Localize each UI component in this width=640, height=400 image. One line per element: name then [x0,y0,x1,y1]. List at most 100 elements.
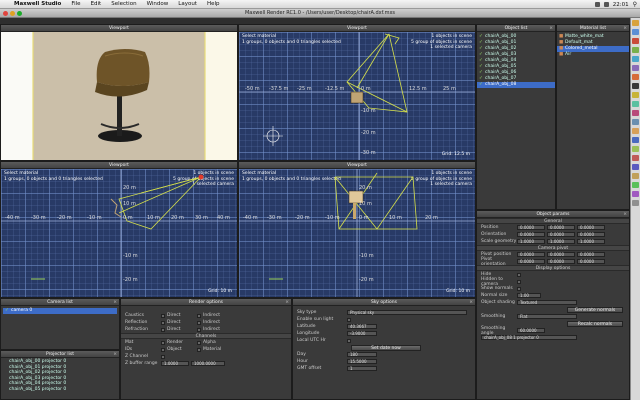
set-date-now-button[interactable]: Set date now [351,344,421,351]
bluetooth-icon[interactable] [594,2,600,7]
viewport-top[interactable]: Viewport Select material 1 groups, 0 obje… [238,24,476,161]
visible-check-icon[interactable]: ✓ [479,70,483,75]
front-canvas[interactable]: Select material 1 groups, 0 objects and 0… [1,169,237,297]
pivot-orientation-x-field[interactable]: 0.0000 [517,259,545,264]
orientation-z-field[interactable]: 0.0000 [577,232,605,237]
viewport-front[interactable]: Viewport Select material 1 groups, 0 obje… [0,161,238,298]
camera-position-icon[interactable] [198,174,204,180]
dock-itunes-icon[interactable] [632,65,639,71]
dock-terminal-icon[interactable] [632,83,639,89]
close-icon[interactable]: × [549,25,553,32]
dock-safari-icon[interactable] [632,56,639,62]
normal-size-field[interactable]: 1.00 [517,293,541,298]
visible-check-icon[interactable]: ✓ [479,40,483,45]
dock-app-icon[interactable] [632,128,639,134]
dock-app-icon[interactable] [632,164,639,170]
menu-layout[interactable]: Layout [178,1,197,7]
visible-check-icon[interactable]: ✓ [479,58,483,63]
dock-maps-icon[interactable] [632,101,639,107]
close-window-button[interactable] [3,11,8,16]
visible-check-icon[interactable]: ✓ [479,46,483,51]
close-icon[interactable]: × [113,299,117,306]
caustics-indirect-checkbox[interactable] [197,313,201,318]
camera-check-icon[interactable]: ✓ [5,308,9,313]
dock-trash-icon[interactable] [632,200,639,206]
scale-x-field[interactable]: 1.0000 [517,239,545,244]
hour-field[interactable]: 15.5000 [347,359,377,364]
close-icon[interactable]: × [113,351,117,358]
menu-selection[interactable]: Selection [111,1,136,7]
visible-check-icon[interactable]: ✓ [479,34,483,39]
close-icon[interactable]: × [469,299,473,306]
scale-z-field[interactable]: 1.0000 [577,239,605,244]
zoom-window-button[interactable] [17,11,22,16]
z-range-max-field[interactable]: 1000.0000 [191,361,225,366]
z-channel-checkbox[interactable] [161,354,165,359]
dock-app-icon[interactable] [632,182,639,188]
hide-checkbox[interactable] [517,272,521,277]
dock-mail-icon[interactable] [632,29,639,35]
close-icon[interactable]: × [623,211,627,218]
list-item[interactable]: ✓ chairA_obj_08 [477,82,555,88]
app-menu[interactable]: Maxwell Studio [14,1,61,7]
viewport-side[interactable]: Viewport Select material 1 groups, 0 obje… [238,161,476,298]
position-y-field[interactable]: 0.0000 [547,225,575,230]
dock-notes-icon[interactable] [632,92,639,98]
pivot-orientation-y-field[interactable]: 0.0000 [547,259,575,264]
day-field[interactable]: 180 [347,352,377,357]
pivot-position-y-field[interactable]: 0.0000 [547,252,575,257]
local-utc-checkbox[interactable] [347,338,351,343]
reflection-direct-checkbox[interactable] [161,320,165,325]
longitude-field[interactable]: -3.9000 [347,331,377,336]
dock-app-icon[interactable] [632,119,639,125]
show-normals-checkbox[interactable] [517,286,521,291]
visible-check-icon[interactable]: ✓ [479,64,483,69]
dock-app-icon[interactable] [632,110,639,116]
smoothing-angle-field[interactable]: 60.0000 [517,328,545,333]
hidden-camera-checkbox[interactable] [517,279,521,284]
refraction-indirect-checkbox[interactable] [197,327,201,332]
reflection-indirect-checkbox[interactable] [197,320,201,325]
close-icon[interactable]: × [285,299,289,306]
position-x-field[interactable]: 0.0000 [517,225,545,230]
position-z-field[interactable]: 0.0000 [577,225,605,230]
gmt-offset-field[interactable]: 1 [347,366,377,371]
dock-finder-icon[interactable] [632,20,639,26]
close-icon[interactable]: × [623,25,627,32]
alpha-channel-checkbox[interactable] [197,340,201,345]
viewport-perspective[interactable]: Viewport [0,24,238,161]
material-id-checkbox[interactable] [197,347,201,352]
scale-y-field[interactable]: 1.0000 [547,239,575,244]
dock-app-icon[interactable] [632,173,639,179]
object-id-checkbox[interactable] [161,347,165,352]
render-channel-checkbox[interactable] [161,340,165,345]
pivot-orientation-z-field[interactable]: 0.0000 [577,259,605,264]
top-canvas[interactable]: Select material 1 groups, 0 objects and 0… [239,32,475,160]
dock-app-icon[interactable] [632,155,639,161]
object-shading-select[interactable]: Textured [517,300,577,305]
pivot-position-x-field[interactable]: 0.0000 [517,252,545,257]
smoothing-select[interactable]: Flat [517,314,577,319]
caustics-direct-checkbox[interactable] [161,313,165,318]
spotlight-icon[interactable]: ⚲ [633,1,637,8]
perspective-canvas[interactable] [1,32,237,160]
volume-icon[interactable] [603,2,609,7]
camera-gizmo-icon[interactable] [263,126,283,146]
menu-edit[interactable]: Edit [91,1,102,7]
generate-normals-button[interactable]: Generate normals [567,306,623,313]
dock-photos-icon[interactable] [632,74,639,80]
latitude-field[interactable]: 40.3667 [347,324,377,329]
dock-app-icon[interactable] [632,137,639,143]
dock-calendar-icon[interactable] [632,38,639,44]
list-item[interactable]: ✓ camera 0 [3,308,117,314]
pivot-position-z-field[interactable]: 0.0000 [577,252,605,257]
enable-sun-checkbox[interactable] [347,317,351,322]
side-canvas[interactable]: Select material 1 groups, 0 objects and 0… [239,169,475,297]
list-item[interactable]: chairA_obj_05 projector 0 [1,387,119,393]
menu-help[interactable]: Help [207,1,220,7]
menu-file[interactable]: File [71,1,80,7]
minimize-window-button[interactable] [10,11,15,16]
menu-window[interactable]: Window [147,1,169,7]
dock-app-icon[interactable] [632,191,639,197]
visible-check-icon[interactable]: ✓ [479,52,483,57]
